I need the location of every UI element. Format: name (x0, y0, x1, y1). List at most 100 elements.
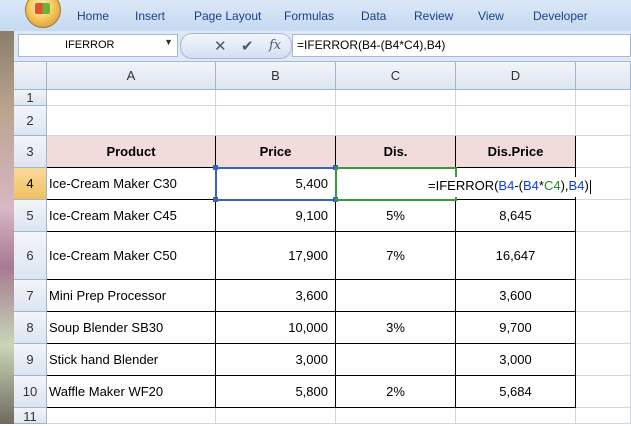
column-header-b[interactable]: B (216, 62, 336, 90)
cell-c1[interactable] (336, 90, 456, 106)
table-cell-dis[interactable] (336, 344, 456, 376)
tab-insert[interactable]: Insert (135, 9, 165, 23)
table-cell-price[interactable]: 9,100 (216, 200, 336, 232)
column-header-c[interactable]: C (336, 62, 456, 90)
table-cell-dis[interactable]: 2% (336, 376, 456, 408)
formula-bar: IFERROR ▼ ✕ ✔ fx =IFERROR(B4-(B4*C4),B4) (14, 31, 631, 62)
table-cell-disprice[interactable]: 8,645 (456, 200, 576, 232)
chevron-down-icon[interactable]: ▼ (164, 37, 173, 47)
tab-formulas[interactable]: Formulas (284, 9, 334, 23)
table-cell-price[interactable]: 5,800 (216, 376, 336, 408)
cell-b11[interactable] (216, 408, 336, 424)
table-cell-price[interactable]: 3,000 (216, 344, 336, 376)
table-cell-product[interactable]: Waffle Maker WF20 (47, 376, 216, 408)
reference-handle[interactable] (333, 197, 338, 202)
edit-ref-c4: C4 (543, 178, 561, 193)
table-cell-product[interactable]: Stick hand Blender (47, 344, 216, 376)
tab-developer[interactable]: Developer (533, 9, 588, 23)
formula-input[interactable]: =IFERROR(B4-(B4*C4),B4) (292, 34, 631, 57)
table-cell-disprice[interactable]: 9,700 (456, 312, 576, 344)
header-product[interactable]: Product (47, 136, 216, 168)
edit-ref-b4: B4 (523, 178, 539, 193)
cell-e6[interactable] (576, 232, 631, 280)
name-box[interactable]: IFERROR ▼ (18, 34, 178, 57)
row-header-8[interactable]: 8 (14, 312, 47, 344)
row-header-9[interactable]: 9 (14, 344, 47, 376)
header-disprice[interactable]: Dis.Price (456, 136, 576, 168)
name-box-value: IFERROR (65, 39, 115, 51)
table-cell-product[interactable]: Ice-Cream Maker C50 (47, 232, 216, 280)
row-header-1[interactable]: 1 (14, 90, 47, 106)
table-cell-product[interactable]: Ice-Cream Maker C30 (47, 168, 216, 200)
table-cell-disprice[interactable]: 3,000 (456, 344, 576, 376)
column-header-d[interactable]: D (456, 62, 576, 90)
table-cell-price[interactable]: 5,400 (216, 168, 336, 200)
row-header-2[interactable]: 2 (14, 106, 47, 136)
tab-page-layout[interactable]: Page Layout (194, 9, 261, 23)
cell-a2[interactable] (47, 106, 216, 136)
table-cell-disprice[interactable]: 16,647 (456, 232, 576, 280)
cell-e3[interactable] (576, 136, 631, 168)
edit-op: ), (560, 178, 569, 193)
row-header-6[interactable]: 6 (14, 232, 47, 280)
cell-a1[interactable] (47, 90, 216, 106)
cell-a11[interactable] (47, 408, 216, 424)
header-price[interactable]: Price (216, 136, 336, 168)
table-cell-product[interactable]: Mini Prep Processor (47, 280, 216, 312)
tab-home[interactable]: Home (77, 9, 109, 23)
table-cell-dis[interactable]: 5% (336, 200, 456, 232)
cell-e11[interactable] (576, 408, 631, 424)
row-header-5[interactable]: 5 (14, 200, 47, 232)
cell-d2[interactable] (456, 106, 576, 136)
ribbon-tab-bar: Home Insert Page Layout Formulas Data Re… (0, 0, 631, 32)
reference-handle[interactable] (213, 197, 218, 202)
cell-e9[interactable] (576, 344, 631, 376)
column-header-a[interactable]: A (47, 62, 216, 90)
edit-op: ) (584, 178, 589, 193)
select-all-corner[interactable] (14, 62, 47, 90)
tab-review[interactable]: Review (414, 9, 453, 23)
cell-e7[interactable] (576, 280, 631, 312)
enter-icon[interactable]: ✔ (241, 37, 254, 55)
cell-b2[interactable] (216, 106, 336, 136)
cell-edit-d4[interactable]: =IFERROR(B4-(B4*C4),B4) (427, 177, 603, 197)
row-header-10[interactable]: 10 (14, 376, 47, 408)
cell-c11[interactable] (336, 408, 456, 424)
table-cell-product[interactable]: Ice-Cream Maker C45 (47, 200, 216, 232)
reference-handle[interactable] (213, 165, 218, 170)
table-cell-price[interactable]: 17,900 (216, 232, 336, 280)
cell-e2[interactable] (576, 106, 631, 136)
table-cell-price[interactable]: 10,000 (216, 312, 336, 344)
header-dis[interactable]: Dis. (336, 136, 456, 168)
cell-e1[interactable] (576, 90, 631, 106)
cell-d11[interactable] (456, 408, 576, 424)
row-header-11[interactable]: 11 (14, 408, 47, 424)
cell-d1[interactable] (456, 90, 576, 106)
cell-b1[interactable] (216, 90, 336, 106)
table-cell-dis[interactable] (336, 280, 456, 312)
office-logo-icon (35, 3, 50, 14)
edit-ref-b4: B4 (568, 178, 585, 193)
reference-handle[interactable] (333, 165, 338, 170)
tab-view[interactable]: View (478, 9, 504, 23)
tab-data[interactable]: Data (361, 9, 386, 23)
cell-c2[interactable] (336, 106, 456, 136)
table-cell-dis[interactable]: 7% (336, 232, 456, 280)
table-cell-dis[interactable]: 3% (336, 312, 456, 344)
edit-op: -( (514, 178, 523, 193)
row-header-4[interactable]: 4 (14, 168, 47, 200)
column-header-e[interactable] (576, 62, 631, 90)
row-header-3[interactable]: 3 (14, 136, 47, 168)
cell-e8[interactable] (576, 312, 631, 344)
cell-e5[interactable] (576, 200, 631, 232)
formula-text: =IFERROR(B4-(B4*C4),B4) (297, 38, 446, 52)
table-cell-disprice[interactable]: 3,600 (456, 280, 576, 312)
office-button[interactable] (25, 0, 61, 28)
table-cell-disprice[interactable]: 5,684 (456, 376, 576, 408)
cancel-icon[interactable]: ✕ (214, 37, 227, 55)
table-cell-product[interactable]: Soup Blender SB30 (47, 312, 216, 344)
cell-e10[interactable] (576, 376, 631, 408)
insert-function-icon[interactable]: fx (269, 38, 281, 53)
row-header-7[interactable]: 7 (14, 280, 47, 312)
table-cell-price[interactable]: 3,600 (216, 280, 336, 312)
